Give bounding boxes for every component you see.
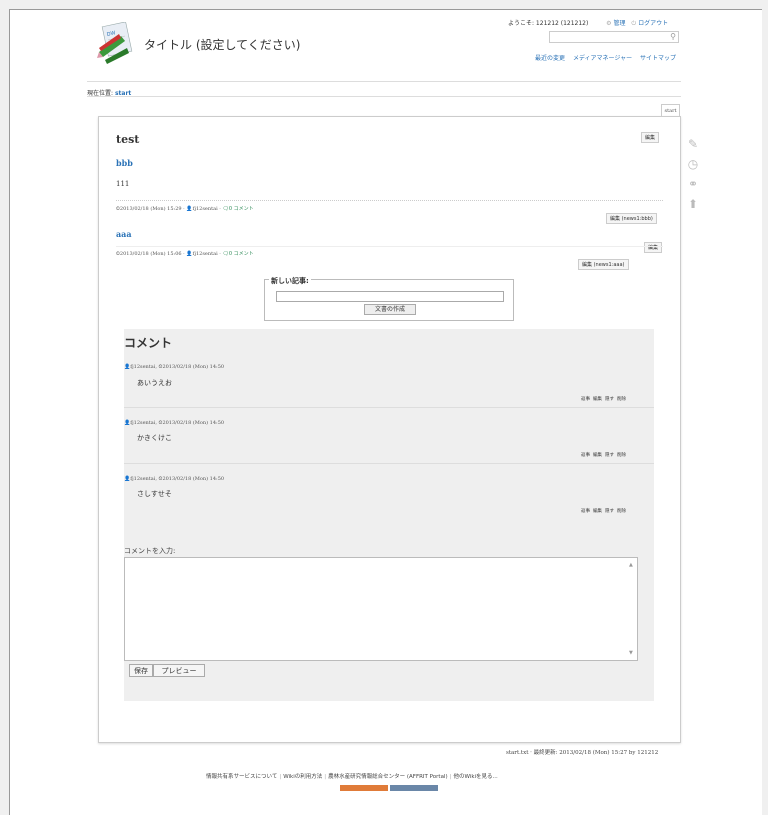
hide-button[interactable]: 隠す bbox=[605, 509, 614, 514]
comment-textarea[interactable]: ▲ ▼ bbox=[124, 557, 638, 661]
hide-button[interactable]: 隠す bbox=[605, 397, 614, 402]
scroll-up-icon[interactable]: ▲ bbox=[629, 562, 633, 568]
arrow-up-icon[interactable]: ⬆ bbox=[686, 197, 700, 211]
new-article-form: 新しい記事: 文書の作成 bbox=[264, 276, 514, 321]
comment-meta: 👤fj12sentai, ⏲2013/02/18 (Mon) 14:50 bbox=[124, 364, 225, 370]
footer-link[interactable]: 情報共有系サービスについて bbox=[206, 774, 277, 780]
edit-button[interactable]: 編集 bbox=[593, 397, 602, 402]
delete-button[interactable]: 削除 bbox=[617, 453, 626, 458]
comment-actions: 返事 編集 隠す 削除 bbox=[578, 396, 626, 402]
divider bbox=[87, 96, 681, 97]
divider bbox=[124, 463, 654, 464]
user-bar: ようこそ: 121212 (121212) ⚙ 管理 ⏻ ログアウト bbox=[508, 18, 668, 28]
entry-comments-link[interactable]: 0 コメント bbox=[229, 251, 254, 257]
entry-title-link[interactable]: aaa bbox=[116, 229, 132, 239]
comment-author[interactable]: fj12sentai bbox=[130, 364, 155, 370]
page-tab[interactable]: start bbox=[661, 104, 680, 116]
entry-title-link[interactable]: bbb bbox=[116, 158, 133, 168]
comment-author[interactable]: fj12sentai bbox=[130, 476, 155, 482]
edit-section-button[interactable]: 編集 bbox=[641, 132, 660, 143]
entry-comments-link[interactable]: 0 コメント bbox=[229, 206, 254, 212]
page-title: test bbox=[116, 133, 140, 146]
dokuwiki-logo[interactable]: DW bbox=[95, 22, 135, 66]
comment-date: 2013/02/18 (Mon) 14:50 bbox=[162, 364, 225, 370]
media-manager-link[interactable]: メディアマネージャー bbox=[573, 55, 632, 62]
doc-info: start.txt · 最終更新: 2013/02/18 (Mon) 15:27… bbox=[506, 750, 659, 756]
divider bbox=[116, 246, 663, 247]
welcome-text: ようこそ: 121212 (121212) bbox=[508, 20, 589, 27]
entry-date: 2013/02/18 (Mon) 15:29 bbox=[119, 206, 182, 212]
sitemap-link[interactable]: サイトマップ bbox=[640, 55, 676, 62]
reply-button[interactable]: 返事 bbox=[581, 453, 590, 458]
comment-date: 2013/02/18 (Mon) 14:50 bbox=[162, 420, 225, 426]
comment-text: かきくけこ bbox=[137, 434, 172, 442]
divider bbox=[87, 81, 681, 82]
footer-link[interactable]: Wikiの利用方法 bbox=[283, 774, 322, 780]
site-title[interactable]: タイトル (設定してください) bbox=[144, 36, 300, 53]
entry-meta: ⏲2013/02/18 (Mon) 15:29 · 👤fj12sentai · … bbox=[116, 206, 254, 212]
edit-entry-button[interactable]: 編集 (news1:bbb) bbox=[606, 213, 657, 224]
comment-text: さしすせそ bbox=[137, 490, 172, 498]
power-icon: ⏻ bbox=[631, 20, 637, 27]
edit-button[interactable]: 編集 bbox=[593, 453, 602, 458]
footer-links: 情報共有系サービスについて | Wikiの利用方法 | 農林水産研究情報総合センター (… bbox=[206, 774, 498, 780]
edit-entry-button[interactable]: 編集 (news1:aaa) bbox=[578, 259, 629, 270]
divider bbox=[124, 407, 654, 408]
save-button[interactable]: 保存 bbox=[129, 664, 153, 677]
reply-button[interactable]: 返事 bbox=[581, 397, 590, 402]
divider bbox=[116, 200, 663, 201]
edit-button[interactable]: 編集 bbox=[593, 509, 602, 514]
textarea-scrollbar[interactable]: ▲ ▼ bbox=[627, 562, 635, 656]
delete-button[interactable]: 削除 bbox=[617, 509, 626, 514]
hide-button[interactable]: 隠す bbox=[605, 453, 614, 458]
comment-text: あいうえお bbox=[137, 379, 172, 387]
create-article-button[interactable]: 文書の作成 bbox=[364, 304, 416, 315]
scroll-down-icon[interactable]: ▼ bbox=[629, 650, 633, 656]
comment-date: 2013/02/18 (Mon) 14:50 bbox=[162, 476, 225, 482]
comment-actions: 返事 編集 隠す 削除 bbox=[578, 508, 626, 514]
comments-title: コメント bbox=[124, 336, 173, 350]
entry-date: 2013/02/18 (Mon) 15:06 bbox=[119, 251, 182, 257]
logout-link[interactable]: ログアウト bbox=[638, 20, 668, 27]
gear-icon: ⚙ bbox=[606, 20, 612, 27]
delete-button[interactable]: 削除 bbox=[617, 397, 626, 402]
comment-meta: 👤fj12sentai, ⏲2013/02/18 (Mon) 14:50 bbox=[124, 476, 225, 482]
search-input[interactable]: ⚲ bbox=[549, 31, 679, 43]
new-article-input[interactable] bbox=[276, 291, 504, 302]
comments-section: コメント 👤fj12sentai, ⏲2013/02/18 (Mon) 14:5… bbox=[124, 329, 654, 701]
comment-actions: 返事 編集 隠す 削除 bbox=[578, 452, 626, 458]
powered-badge[interactable] bbox=[390, 785, 438, 791]
comment-author[interactable]: fj12sentai bbox=[130, 420, 155, 426]
license-badge[interactable] bbox=[340, 785, 388, 791]
entry-author[interactable]: fj12sentai bbox=[193, 206, 218, 212]
comment-meta: 👤fj12sentai, ⏲2013/02/18 (Mon) 14:50 bbox=[124, 420, 225, 426]
search-icon[interactable]: ⚲ bbox=[670, 32, 676, 41]
preview-button[interactable]: プレビュー bbox=[153, 664, 205, 677]
footer-link[interactable]: 他のWikiを見る... bbox=[453, 774, 497, 780]
entry-meta: ⏲2013/02/18 (Mon) 15:06 · 👤fj12sentai · … bbox=[116, 251, 254, 257]
edit-section-button[interactable]: 編集 bbox=[644, 242, 663, 253]
entry-body: 111 bbox=[116, 180, 130, 188]
reply-button[interactable]: 返事 bbox=[581, 509, 590, 514]
admin-link[interactable]: 管理 bbox=[613, 20, 625, 27]
history-icon[interactable]: ◷ bbox=[686, 157, 700, 171]
footer-link[interactable]: 農林水産研究情報総合センター (AFFRIT Portal) bbox=[328, 774, 447, 780]
entry-author[interactable]: fj12sentai bbox=[193, 251, 218, 257]
recent-changes-link[interactable]: 最近の変更 bbox=[535, 55, 565, 62]
comment-input-label: コメントを入力: bbox=[124, 547, 176, 555]
pencil-icon[interactable]: ✎ bbox=[686, 137, 700, 151]
top-nav: 最近の変更 メディアマネージャー サイトマップ bbox=[529, 53, 676, 62]
link-icon[interactable]: ⚭ bbox=[686, 177, 700, 191]
new-article-legend: 新しい記事: bbox=[269, 276, 311, 286]
